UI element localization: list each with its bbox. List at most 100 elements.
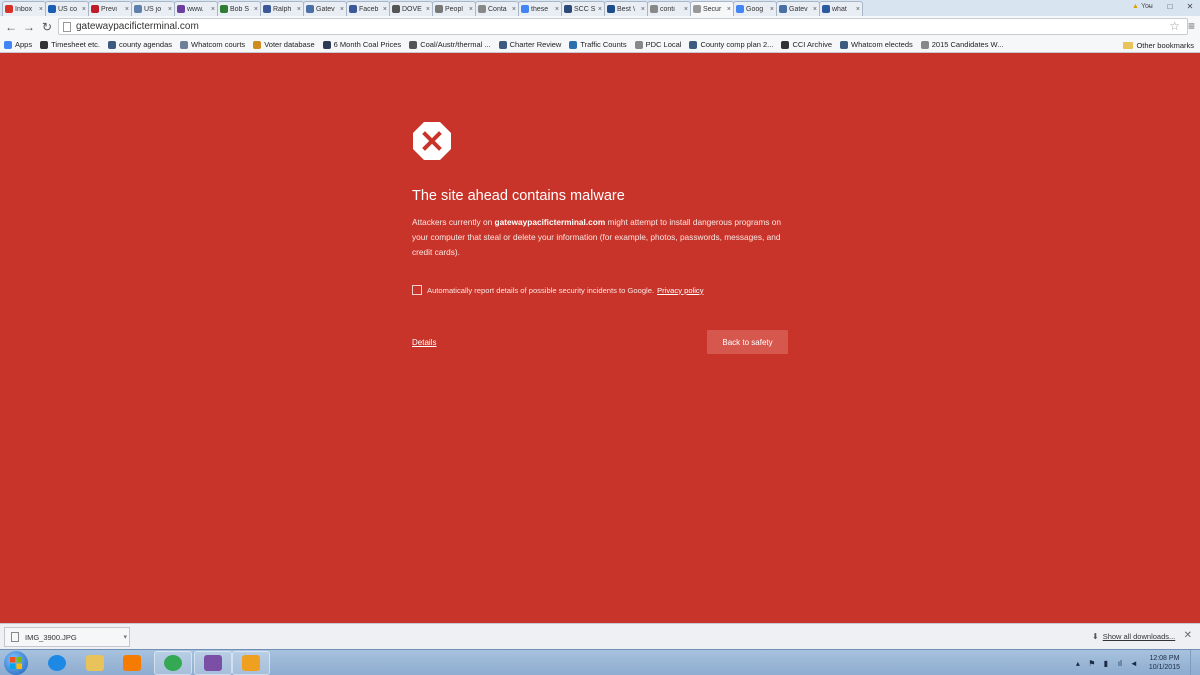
browser-tab[interactable]: US jo × [131,1,175,16]
tab-close-icon[interactable]: × [727,6,731,13]
bookmark-icon [634,40,643,49]
bookmark-item[interactable]: CCI Archive [781,40,832,49]
browser-tab[interactable]: Ralph × [260,1,304,16]
tab-close-icon[interactable]: × [297,6,301,13]
show-all-downloads-label: Show all downloads... [1102,632,1176,641]
tab-close-icon[interactable]: × [125,6,129,13]
back-to-safety-button[interactable]: Back to safety [707,330,788,354]
taskbar-app-nd-app[interactable] [232,651,270,675]
tab-label: US jo [144,5,162,13]
tab-close-icon[interactable]: × [254,6,258,13]
tab-label: Gatev [316,5,335,13]
tab-favicon-icon [693,5,701,13]
browser-tab[interactable]: Goog × [733,1,777,16]
bookmark-item[interactable]: Timesheet etc. [40,40,100,49]
other-bookmarks[interactable]: Other bookmarks [1123,37,1194,53]
file-explorer-icon [86,655,104,671]
tab-close-icon[interactable]: × [39,6,43,13]
clock[interactable]: 12:08 PM 10/1/2015 [1149,654,1180,672]
tab-close-icon[interactable]: × [555,6,559,13]
browser-tab[interactable]: Previ × [88,1,132,16]
tab-close-icon[interactable]: × [684,6,688,13]
browser-tab[interactable]: Bob S × [217,1,261,16]
taskbar-app-ng-app[interactable] [194,651,232,675]
bookmark-item[interactable]: County comp plan 2... [689,40,773,49]
tab-label: what [832,5,847,13]
download-item[interactable]: IMG_3900.JPG ▾ [4,627,130,647]
bookmark-label: Whatcom electeds [851,40,913,49]
bookmark-item[interactable]: 6 Month Coal Prices [322,40,401,49]
tab-favicon-icon [822,5,830,13]
maximize-button[interactable]: □ [1160,0,1180,12]
reload-icon[interactable]: ↻ [40,20,54,34]
forward-arrow-icon[interactable]: → [22,20,36,34]
star-icon[interactable]: ☆ [1169,19,1180,33]
bookmark-item[interactable]: county agendas [108,40,172,49]
taskbar-app-file-explorer[interactable] [76,651,114,675]
bookmark-item[interactable]: Voter database [253,40,315,49]
tab-close-icon[interactable]: × [813,6,817,13]
tab-close-icon[interactable]: × [82,6,86,13]
close-icon[interactable]: ✕ [1184,630,1192,641]
browser-tab[interactable]: DOVE × [389,1,433,16]
back-arrow-icon[interactable]: ← [4,20,18,34]
tab-close-icon[interactable]: × [856,6,860,13]
flag-icon[interactable]: ⚑ [1087,659,1097,668]
signal-icon[interactable]: ıl [1115,659,1125,668]
bookmark-item[interactable]: Coal/Austr/thermal ... [409,40,491,49]
report-checkbox[interactable] [412,285,422,295]
browser-tab[interactable]: Best \ × [604,1,648,16]
browser-tab[interactable]: Faceb × [346,1,390,16]
bookmark-item[interactable]: Whatcom electeds [840,40,913,49]
taskbar-app-media-player[interactable] [113,651,151,675]
privacy-policy-link[interactable]: Privacy policy [657,286,703,295]
browser-tab[interactable]: Secur × [690,1,734,16]
tab-close-icon[interactable]: × [168,6,172,13]
warning-icon: ▲ [1132,2,1139,10]
browser-tab[interactable]: SCC S × [561,1,605,16]
tab-favicon-icon [306,5,314,13]
start-button[interactable] [4,651,28,675]
chevron-down-icon[interactable]: ▾ [123,633,127,641]
tab-close-icon[interactable]: × [211,6,215,13]
browser-tab[interactable]: Gatev × [776,1,820,16]
tab-close-icon[interactable]: × [426,6,430,13]
bookmark-item[interactable]: Whatcom courts [180,40,245,49]
browser-tab[interactable]: these × [518,1,562,16]
tab-close-icon[interactable]: × [383,6,387,13]
browser-tab[interactable]: Peopl × [432,1,476,16]
bookmark-item[interactable]: PDC Local [634,40,681,49]
show-desktop-button[interactable] [1190,650,1200,675]
minimize-button[interactable]: – [1140,0,1160,12]
details-link[interactable]: Details [412,338,436,347]
network-icon[interactable]: ▮ [1101,659,1111,668]
bookmark-item[interactable]: 2015 Candidates W... [920,40,1003,49]
menu-icon[interactable]: ≡ [1188,19,1195,33]
taskbar-app-chrome[interactable] [154,651,192,675]
browser-tab[interactable]: what × [819,1,863,16]
taskbar-app-internet-explorer[interactable] [38,651,76,675]
tray-expand-icon[interactable]: ▴ [1073,659,1083,668]
tab-close-icon[interactable]: × [340,6,344,13]
browser-tab[interactable]: Inbox × [2,1,46,16]
tab-close-icon[interactable]: × [469,6,473,13]
browser-tab[interactable]: conti × [647,1,691,16]
tab-favicon-icon [48,5,56,13]
tab-close-icon[interactable]: × [641,6,645,13]
tab-close-icon[interactable]: × [598,6,602,13]
browser-tab[interactable]: www. × [174,1,218,16]
address-bar[interactable]: gatewaypacificterminal.com [58,18,1188,35]
bookmark-item[interactable]: Charter Review [498,40,561,49]
clock-time: 12:08 PM [1149,655,1180,662]
close-window-button[interactable]: ✕ [1180,0,1200,12]
download-file-name: IMG_3900.JPG [25,632,77,642]
tab-close-icon[interactable]: × [770,6,774,13]
browser-tab[interactable]: US co × [45,1,89,16]
tab-close-icon[interactable]: × [512,6,516,13]
browser-tab[interactable]: Gatev × [303,1,347,16]
volume-icon[interactable]: ◄ [1129,659,1139,668]
bookmark-item[interactable]: Apps [4,40,32,49]
bookmark-item[interactable]: Traffic Counts [569,40,627,49]
browser-tab[interactable]: Conta × [475,1,519,16]
show-all-downloads-link[interactable]: ⬇ Show all downloads... [1092,632,1175,641]
